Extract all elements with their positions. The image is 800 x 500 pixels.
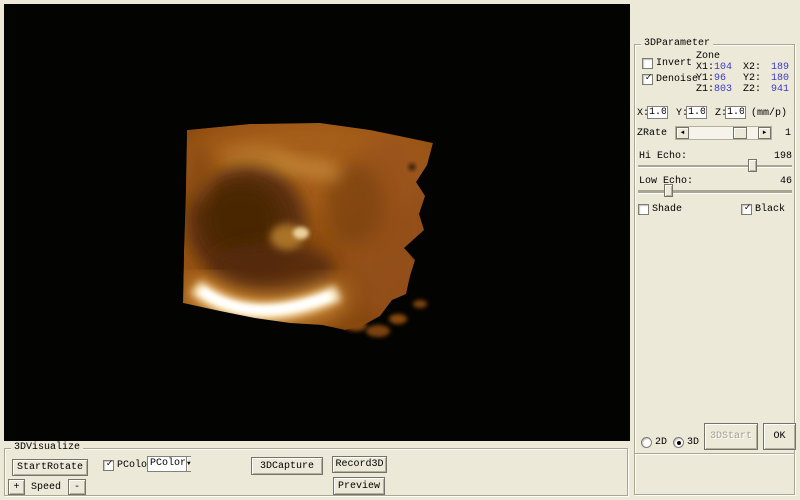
mode-2d-label: 2D bbox=[655, 437, 667, 449]
preview-button[interactable]: Preview bbox=[333, 477, 385, 495]
zone-row-y: Y1: 96 Y2: 180 bbox=[696, 73, 792, 84]
chevron-down-icon[interactable]: ▼ bbox=[186, 457, 191, 471]
checkmark-icon: ✓ bbox=[104, 459, 115, 470]
low-echo-slider-thumb[interactable] bbox=[664, 184, 673, 197]
invert-label: Invert bbox=[656, 58, 692, 70]
scale-z-input[interactable] bbox=[725, 106, 746, 119]
low-echo-value: 46 bbox=[760, 176, 792, 188]
record3d-button[interactable]: Record3D bbox=[332, 456, 387, 473]
start-rotate-button[interactable]: StartRotate bbox=[12, 459, 88, 476]
pcolor-checkbox[interactable]: ✓ bbox=[103, 460, 114, 471]
scale-unit-label: (mm/p) bbox=[751, 108, 787, 120]
zrate-scrollbar[interactable]: ◄ ► bbox=[675, 126, 772, 140]
ultrasound-3d-window: 3DParameter Invert ✓ Denoise Zone X1: 10… bbox=[0, 0, 800, 500]
scroll-right-icon[interactable]: ► bbox=[758, 127, 771, 139]
zrate-value: 1 bbox=[785, 128, 791, 140]
zone-z2-label: Z2: bbox=[743, 84, 761, 96]
speed-plus-button[interactable]: + bbox=[8, 479, 25, 495]
zone-z1-label: Z1: bbox=[696, 84, 714, 96]
hi-echo-value: 198 bbox=[760, 151, 792, 163]
zrate-scroll-track[interactable] bbox=[689, 127, 758, 139]
checkmark-icon: ✓ bbox=[643, 73, 654, 84]
hi-echo-label: Hi Echo: bbox=[639, 151, 687, 163]
zone-values: X1: 104 X2: 189 Y1: 96 Y2: 180 Z1: 803 Z… bbox=[696, 62, 792, 95]
hi-echo-slider-track[interactable] bbox=[638, 165, 792, 168]
scroll-left-icon[interactable]: ◄ bbox=[676, 127, 689, 139]
mode-3d-radio[interactable] bbox=[673, 437, 684, 448]
3dstart-button[interactable]: 3DStart bbox=[704, 423, 758, 450]
zrate-scroll-thumb[interactable] bbox=[733, 127, 747, 139]
parameter-group-title: 3DParameter bbox=[641, 38, 713, 50]
denoise-checkbox[interactable]: ✓ bbox=[642, 74, 653, 85]
mode-2d-radio[interactable] bbox=[641, 437, 652, 448]
black-checkbox[interactable]: ✓ bbox=[741, 204, 752, 215]
shade-checkbox[interactable] bbox=[638, 204, 649, 215]
black-label: Black bbox=[755, 204, 785, 216]
checkmark-icon: ✓ bbox=[742, 203, 753, 214]
mode-3d-label: 3D bbox=[687, 437, 699, 449]
speed-label: Speed bbox=[31, 482, 61, 494]
zone-row-x: X1: 104 X2: 189 bbox=[696, 62, 792, 73]
pcolor-dropdown[interactable]: PColor ▼ bbox=[147, 456, 191, 472]
zrate-label: ZRate bbox=[637, 128, 667, 140]
ok-button[interactable]: OK bbox=[763, 423, 796, 450]
visualize-group-title: 3DVisualize bbox=[11, 442, 83, 454]
render-viewport[interactable] bbox=[4, 4, 630, 441]
zone-z2-value: 941 bbox=[771, 84, 789, 96]
scale-y-input[interactable] bbox=[686, 106, 707, 119]
low-echo-slider-track[interactable] bbox=[638, 190, 792, 194]
shade-label: Shade bbox=[652, 204, 682, 216]
ultrasound-render-image bbox=[4, 4, 630, 441]
pcolor-dropdown-value: PColor bbox=[148, 457, 186, 471]
invert-checkbox[interactable] bbox=[642, 58, 653, 69]
zone-z1-value: 803 bbox=[714, 84, 732, 96]
3dcapture-button[interactable]: 3DCapture bbox=[251, 457, 323, 475]
denoise-label: Denoise bbox=[656, 74, 698, 86]
scale-x-input[interactable] bbox=[647, 106, 668, 119]
hi-echo-slider-thumb[interactable] bbox=[748, 159, 757, 172]
lower-right-groupbox bbox=[634, 453, 795, 495]
zone-row-z: Z1: 803 Z2: 941 bbox=[696, 84, 792, 95]
speed-minus-button[interactable]: - bbox=[68, 479, 86, 495]
